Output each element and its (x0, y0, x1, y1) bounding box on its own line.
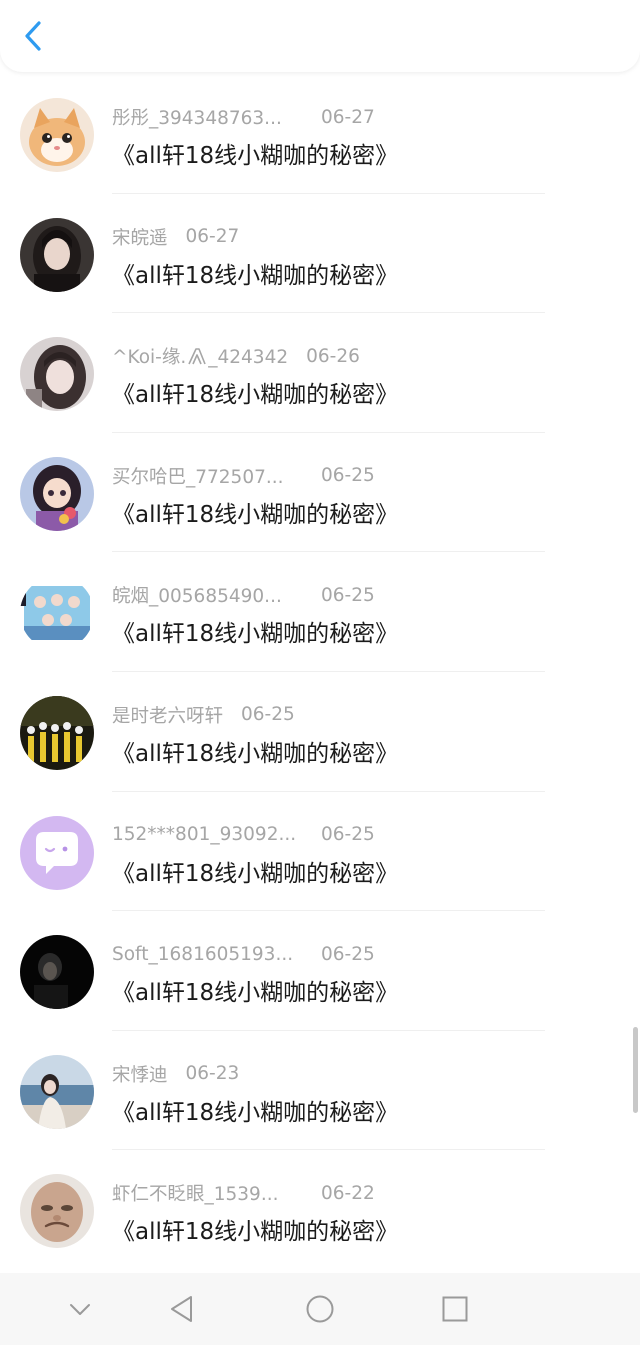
book-title[interactable]: 《all轩18线小糊咖的秘密》 (112, 375, 398, 409)
item-meta: 皖烟_005685490... 06-25 (112, 582, 375, 608)
item-meta: 是时老六呀轩 06-25 (112, 702, 295, 728)
user-name[interactable]: 彤彤_394348763... (112, 104, 303, 130)
top-bar (0, 0, 640, 72)
home-circle-icon (306, 1295, 334, 1323)
book-title[interactable]: 《all轩18线小糊咖的秘密》 (112, 734, 398, 768)
user-name[interactable]: 皖烟_005685490... (112, 582, 303, 608)
user-name-suffix: _424342 (208, 347, 289, 369)
book-title[interactable]: 《all轩18线小糊咖的秘密》 (112, 136, 398, 170)
item-date: 06-25 (321, 943, 375, 965)
book-title[interactable]: 《all轩18线小糊咖的秘密》 (112, 1093, 398, 1127)
avatar[interactable] (20, 217, 94, 292)
book-title[interactable]: 《all轩18线小糊咖的秘密》 (112, 256, 398, 290)
avatar[interactable] (20, 98, 94, 172)
avatar[interactable] (20, 337, 94, 412)
item-meta: 宋悸迪 06-23 (112, 1061, 239, 1087)
paperclip-icon (188, 348, 206, 365)
user-name[interactable]: 宋悸迪 (112, 1061, 168, 1087)
avatar[interactable] (20, 456, 94, 531)
item-date: 06-25 (321, 584, 375, 606)
list-item[interactable]: 宋皖遥 06-27 《all轩18线小糊咖的秘密》 (0, 194, 640, 314)
list-item[interactable]: ^Koi-缘. _424342 06-26 《all轩18线小糊咖的秘密》 (0, 313, 640, 433)
app-screen: 彤彤_394348763... 06-27 《all轩18线小糊咖的秘密》 宋皖… (0, 0, 640, 1345)
list-item[interactable]: 虾仁不眨眼_1539... 06-22 《all轩18线小糊咖的秘密》 (0, 1150, 640, 1270)
stage-performers-avatar-icon (20, 695, 94, 770)
item-meta: Soft_1681605193... 06-25 (112, 941, 375, 967)
item-date: 06-27 (185, 226, 240, 248)
item-date: 06-23 (185, 1063, 240, 1085)
chevron-down-icon (70, 1304, 90, 1315)
item-meta: 彤彤_394348763... 06-27 (112, 104, 375, 130)
user-name[interactable]: 虾仁不眨眼_1539... (112, 1180, 303, 1206)
item-meta: 买尔哈巴_772507... 06-25 (112, 463, 375, 489)
list-item[interactable]: 彤彤_394348763... 06-27 《all轩18线小糊咖的秘密》 (0, 74, 640, 194)
user-name-prefix: ^Koi-缘. (112, 347, 187, 369)
girl-dark-hair-avatar-icon (20, 217, 94, 292)
list-item[interactable]: 152***801_93092... 06-25 《all轩18线小糊咖的秘密》 (0, 792, 640, 912)
book-title[interactable]: 《all轩18线小糊咖的秘密》 (112, 1212, 398, 1246)
item-date: 06-25 (321, 824, 375, 846)
avatar[interactable] (20, 695, 94, 770)
recents-square-icon (442, 1296, 468, 1322)
item-date: 06-22 (321, 1182, 375, 1204)
book-title[interactable]: 《all轩18线小糊咖的秘密》 (112, 614, 398, 648)
user-name[interactable]: 152***801_93092... (112, 824, 303, 845)
item-date: 06-25 (321, 465, 375, 487)
cartoon-girl-flowers-avatar-icon (20, 456, 94, 531)
avatar[interactable] (20, 815, 94, 890)
avatar[interactable] (20, 576, 94, 651)
avatar[interactable] (20, 935, 94, 1010)
user-name[interactable]: 是时老六呀轩 (112, 702, 223, 728)
meme-face-avatar-icon (20, 1174, 94, 1249)
back-triangle-icon (171, 1296, 192, 1322)
default-chat-bubble-avatar-icon (20, 815, 94, 890)
avatar[interactable] (20, 1174, 94, 1249)
list-item[interactable]: 宋悸迪 06-23 《all轩18线小糊咖的秘密》 (0, 1031, 640, 1151)
nav-home-button[interactable] (302, 1291, 338, 1327)
girl-seaside-avatar-icon (20, 1054, 94, 1129)
user-name[interactable]: Soft_1681605193... (112, 944, 303, 965)
user-name[interactable]: ^Koi-缘. _424342 (112, 343, 288, 369)
list-item[interactable]: 买尔哈巴_772507... 06-25 《all轩18线小糊咖的秘密》 (0, 433, 640, 553)
user-name[interactable]: 宋皖遥 (112, 224, 168, 250)
list-item[interactable]: Soft_1681605193... 06-25 《all轩18线小糊咖的秘密》 (0, 911, 640, 1031)
girl-selfie-avatar-icon (20, 337, 94, 412)
list-item[interactable]: 是时老六呀轩 06-25 《all轩18线小糊咖的秘密》 (0, 672, 640, 792)
item-date: 06-26 (306, 345, 360, 367)
nav-recents-button[interactable] (437, 1291, 473, 1327)
list-item[interactable]: 皖烟_005685490... 06-25 《all轩18线小糊咖的秘密》 (0, 552, 640, 672)
item-meta: 虾仁不眨眼_1539... 06-22 (112, 1180, 375, 1206)
nav-collapse-button[interactable] (62, 1291, 98, 1327)
nav-back-button[interactable] (164, 1291, 200, 1327)
chevron-left-icon (25, 21, 41, 51)
book-title[interactable]: 《all轩18线小糊咖的秘密》 (112, 973, 398, 1007)
book-title[interactable]: 《all轩18线小糊咖的秘密》 (112, 495, 398, 529)
back-button[interactable] (14, 16, 54, 56)
dark-portrait-avatar-icon (20, 935, 94, 1010)
book-title[interactable]: 《all轩18线小糊咖的秘密》 (112, 854, 398, 888)
item-meta: ^Koi-缘. _424342 06-26 (112, 343, 360, 369)
item-date: 06-27 (321, 106, 375, 128)
system-nav-bar (0, 1273, 640, 1345)
orange-kitten-avatar-icon (20, 98, 94, 172)
group-photo-avatar-icon (20, 576, 94, 651)
avatar[interactable] (20, 1054, 94, 1129)
item-meta: 宋皖遥 06-27 (112, 224, 239, 250)
scrollbar-thumb[interactable] (633, 1027, 638, 1113)
user-name[interactable]: 买尔哈巴_772507... (112, 463, 303, 489)
item-date: 06-25 (241, 704, 295, 726)
comment-list: 彤彤_394348763... 06-27 《all轩18线小糊咖的秘密》 宋皖… (0, 74, 640, 1270)
item-meta: 152***801_93092... 06-25 (112, 822, 375, 848)
